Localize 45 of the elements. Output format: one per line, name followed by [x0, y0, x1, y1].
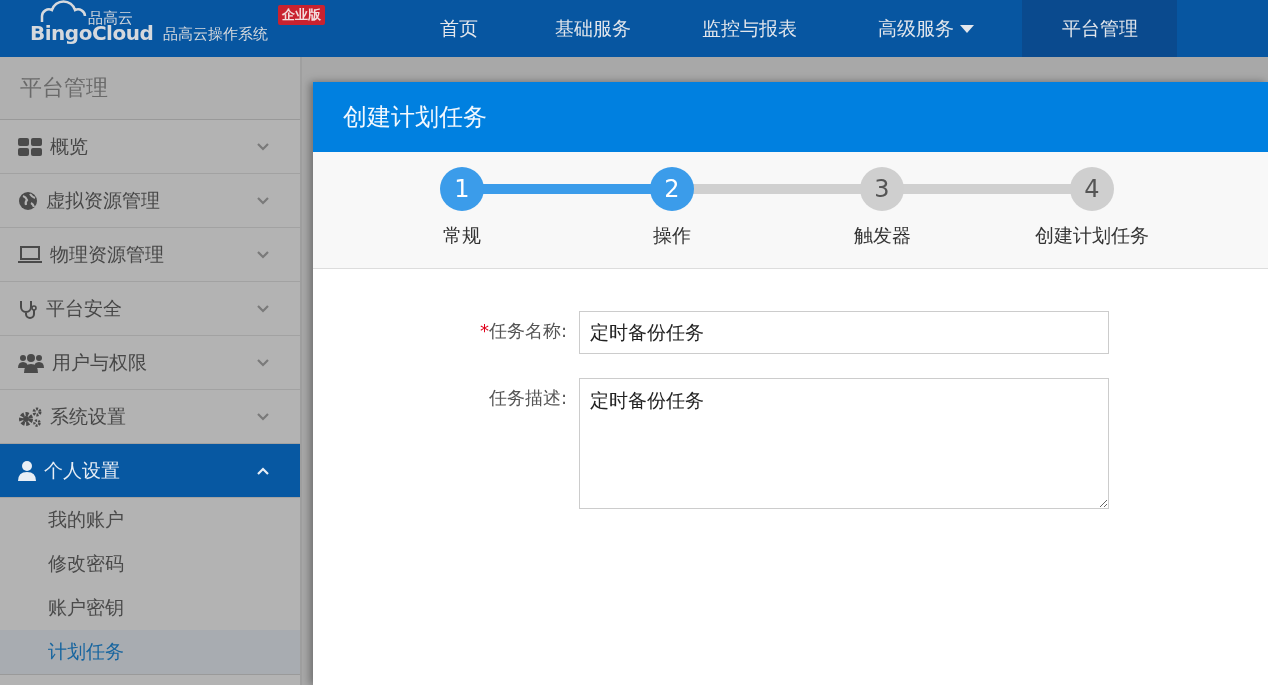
dialog-title: 创建计划任务 — [313, 82, 1268, 152]
step-circle: 4 — [1070, 167, 1114, 211]
nav-tab[interactable]: 高级服务 — [830, 0, 1022, 57]
sidebar-item[interactable]: 物理资源管理 — [0, 228, 300, 282]
laptop-icon — [18, 245, 42, 264]
chevron-down-icon — [256, 142, 270, 151]
step-label: 触发器 — [853, 223, 911, 248]
submenu-item[interactable]: 修改密码 — [0, 542, 300, 586]
stethoscope-icon — [18, 298, 38, 319]
chevron-down-icon — [256, 412, 270, 421]
task-description-field[interactable]: 定时备份任务 — [579, 378, 1109, 509]
globe-icon — [18, 190, 38, 211]
sidebar-item[interactable]: 平台安全 — [0, 282, 300, 336]
user-icon — [18, 460, 36, 481]
nav-tab[interactable]: 监控与报表 — [668, 0, 830, 57]
step-circle: 1 — [440, 167, 484, 211]
field-label: *任务名称: — [479, 319, 567, 343]
step-label: 创建计划任务 — [1035, 223, 1149, 248]
sidebar-item[interactable]: 个人设置 — [0, 444, 300, 498]
chevron-down-icon — [256, 250, 270, 259]
chevron-up-icon — [256, 466, 270, 475]
grid-icon — [18, 137, 42, 156]
sidebar-item[interactable]: 虚拟资源管理 — [0, 174, 300, 228]
product-name: 品高云操作系统 — [163, 25, 269, 44]
users-icon — [18, 352, 44, 373]
submenu-item[interactable]: 计划任务 — [0, 630, 300, 675]
edition-badge: 企业版 — [278, 5, 325, 25]
step-circle: 3 — [860, 167, 904, 211]
task-name-field[interactable]: 定时备份任务 — [579, 311, 1109, 354]
chevron-down-icon — [256, 358, 270, 367]
chevron-down-icon — [256, 304, 270, 313]
nav-tab[interactable]: 平台管理 — [1022, 0, 1177, 57]
nav-tab[interactable]: 首页 — [400, 0, 518, 57]
step-label: 操作 — [653, 223, 691, 248]
step-circle: 2 — [650, 167, 694, 211]
nav-tab[interactable]: 基础服务 — [518, 0, 668, 57]
field-label: 任务描述: — [488, 386, 567, 410]
step-label: 常规 — [443, 223, 481, 248]
sidebar-item[interactable]: 用户与权限 — [0, 336, 300, 390]
submenu-item[interactable]: 我的账户 — [0, 498, 300, 542]
sidebar-item[interactable]: 概览 — [0, 120, 300, 174]
cloud-logo-icon — [40, 0, 88, 23]
gears-icon — [18, 406, 42, 427]
chevron-down-icon — [256, 196, 270, 205]
submenu-item[interactable]: 账户密钥 — [0, 586, 300, 630]
